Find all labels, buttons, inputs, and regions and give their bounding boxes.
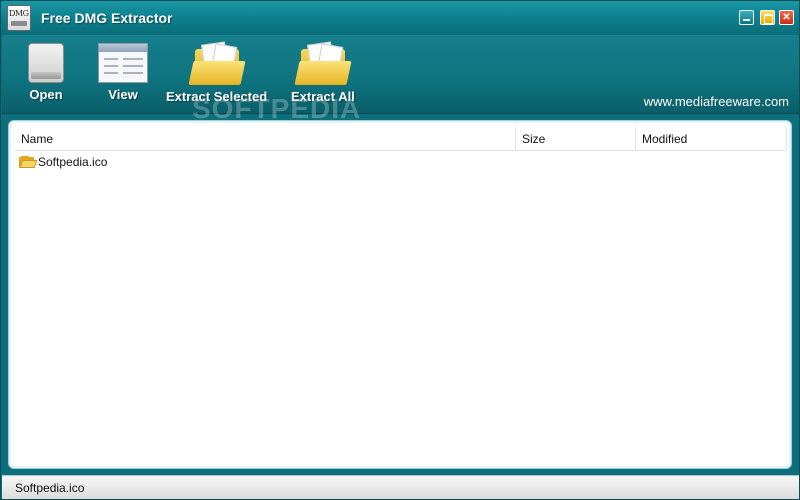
list-item-name: Softpedia.ico — [38, 155, 108, 169]
file-list-panel: Name Size Modified Softpedia.ico — [8, 120, 792, 469]
website-link[interactable]: www.mediafreeware.com — [644, 94, 789, 109]
column-header-modified[interactable]: Modified — [636, 127, 787, 151]
open-label: Open — [29, 87, 63, 102]
column-header-size[interactable]: Size — [516, 127, 636, 151]
window-title: Free DMG Extractor — [41, 10, 173, 26]
view-label: View — [108, 87, 138, 102]
app-window: DMG Free DMG Extractor ✕ Open View Extra… — [0, 0, 800, 500]
file-list[interactable]: Name Size Modified Softpedia.ico — [15, 127, 787, 462]
folder-icon — [19, 156, 38, 168]
app-icon-label: DMG — [9, 9, 29, 18]
list-header: Name Size Modified — [15, 127, 787, 151]
window-view-icon — [98, 43, 148, 83]
status-bar: Softpedia.ico — [2, 475, 799, 499]
open-button[interactable]: Open — [28, 43, 64, 102]
column-header-name[interactable]: Name — [15, 127, 516, 151]
extract-folder-icon — [188, 41, 246, 85]
status-text: Softpedia.ico — [15, 481, 85, 495]
extract-all-folder-icon — [294, 41, 352, 85]
drive-icon — [28, 43, 64, 83]
toolbar: Open View Extract Selected Extract All S… — [2, 35, 799, 124]
minimize-button[interactable] — [739, 10, 754, 25]
maximize-button[interactable] — [760, 10, 775, 25]
close-button[interactable]: ✕ — [779, 10, 794, 25]
list-item[interactable]: Softpedia.ico — [15, 153, 785, 171]
view-button[interactable]: View — [98, 43, 148, 102]
title-bar[interactable]: DMG Free DMG Extractor ✕ — [1, 1, 799, 35]
dmg-app-icon: DMG — [7, 5, 31, 31]
